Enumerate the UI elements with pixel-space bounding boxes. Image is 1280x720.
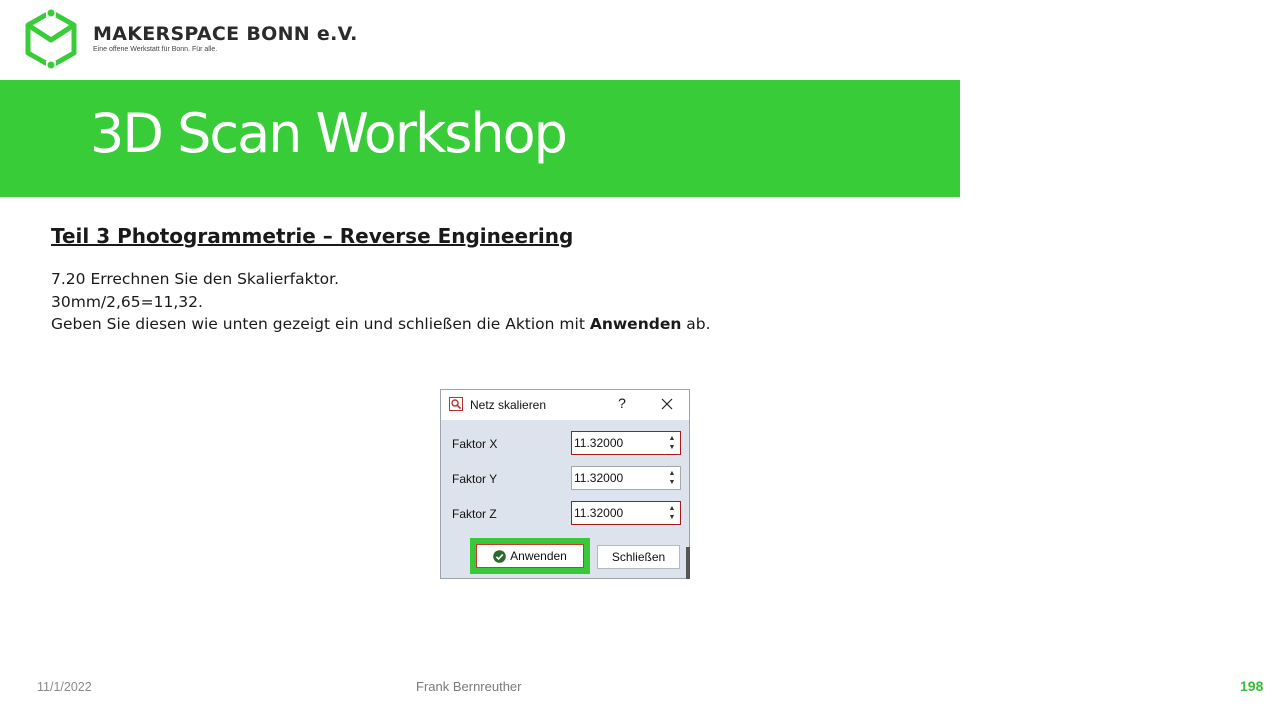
instruction-line-1: 7.20 Errechnen Sie den Skalierfaktor. (51, 270, 340, 288)
spin-up-icon[interactable]: ▲ (667, 504, 677, 513)
apply-button-label: Anwenden (510, 549, 567, 563)
close-icon[interactable] (659, 395, 675, 413)
magnifier-app-icon (449, 397, 463, 411)
instruction-line-3-text: Geben Sie diesen wie unten gezeigt ein u… (51, 315, 590, 333)
faktor-y-input[interactable] (574, 470, 659, 486)
spin-down-icon[interactable]: ▼ (667, 443, 677, 452)
check-circle-icon (493, 549, 506, 563)
logo-tagline: Eine offene Werkstatt für Bonn. Für alle… (93, 46, 218, 53)
dialog-edge (686, 547, 690, 579)
faktor-z-input[interactable] (574, 505, 659, 521)
faktor-y-spinbox[interactable]: ▲ ▼ (571, 466, 681, 490)
faktor-z-spinbox[interactable]: ▲ ▼ (571, 501, 681, 525)
instructions: 7.20 Errechnen Sie den Skalierfaktor. 30… (51, 268, 711, 336)
faktor-z-arrows: ▲ ▼ (667, 504, 677, 522)
slide-title: 3D Scan Workshop (90, 102, 568, 165)
faktor-z-label: Faktor Z (452, 507, 497, 521)
title-banner: 3D Scan Workshop (0, 80, 960, 197)
faktor-x-spinbox[interactable]: ▲ ▼ (571, 431, 681, 455)
section-title: Teil 3 Photogrammetrie – Reverse Enginee… (51, 224, 574, 248)
help-icon[interactable]: ? (615, 395, 629, 413)
spin-up-icon[interactable]: ▲ (667, 434, 677, 443)
footer-author: Frank Bernreuther (416, 679, 522, 694)
apply-button[interactable]: Anwenden (476, 544, 584, 568)
slide: MAKERSPACE BONN e.V. Eine offene Werksta… (0, 0, 1280, 720)
footer-date: 11/1/2022 (37, 680, 92, 694)
close-button[interactable]: Schließen (597, 545, 680, 569)
spin-down-icon[interactable]: ▼ (667, 513, 677, 522)
scale-mesh-dialog: Netz skalieren ? Faktor X ▲ ▼ Faktor Y ▲ (440, 389, 690, 579)
faktor-y-arrows: ▲ ▼ (667, 469, 677, 487)
faktor-x-input[interactable] (574, 435, 659, 451)
faktor-y-label: Faktor Y (452, 472, 498, 486)
dialog-titlebar: Netz skalieren ? (441, 390, 689, 420)
instruction-line-3: Geben Sie diesen wie unten gezeigt ein u… (51, 313, 711, 336)
faktor-x-arrows: ▲ ▼ (667, 434, 677, 452)
spin-up-icon[interactable]: ▲ (667, 469, 677, 478)
page-number: 198 (1240, 678, 1264, 694)
logo-name: MAKERSPACE BONN e.V. (93, 23, 358, 45)
instruction-line-2: 30mm/2,65=11,32. (51, 292, 203, 311)
hexagon-logo-icon (25, 8, 77, 70)
apply-button-highlight: Anwenden (470, 538, 590, 574)
instruction-line-3-end: ab. (681, 315, 711, 333)
makerspace-logo: MAKERSPACE BONN e.V. Eine offene Werksta… (22, 8, 362, 72)
spin-down-icon[interactable]: ▼ (667, 478, 677, 487)
faktor-x-label: Faktor X (452, 437, 498, 451)
instruction-apply-word: Anwenden (589, 315, 682, 333)
dialog-title: Netz skalieren (470, 398, 547, 412)
